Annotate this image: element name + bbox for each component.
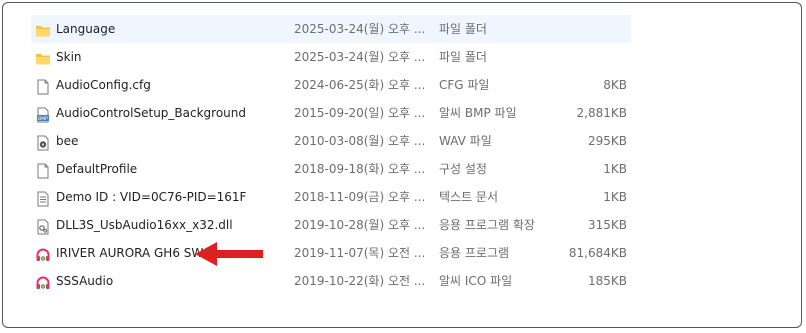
file-row-audioconfig[interactable]: AudioConfig.cfg 2024-06-25(화) 오후 ... CFG… [31,71,631,99]
dll-file-icon [35,217,51,235]
file-size: 8KB [603,78,627,92]
file-type: CFG 파일 [439,78,490,92]
file-size: 315KB [587,218,627,232]
file-size: 81,684KB [568,246,627,260]
red-arrow-annotation [195,242,263,266]
file-type: 응용 프로그램 [439,246,510,260]
svg-text:BMP: BMP [38,116,48,122]
file-name: Skin [56,50,82,64]
file-type: 파일 폴더 [439,22,487,36]
file-row-defaultprofile[interactable]: DefaultProfile 2018-09-18(화) 오후 ... 구성 설… [31,155,631,183]
file-date: 2019-11-07(목) 오전 ... [294,246,426,260]
file-date: 2025-03-24(월) 오후 ... [294,50,426,64]
file-icon [35,161,51,179]
file-row-skin[interactable]: Skin 2025-03-24(월) 오후 ... 파일 폴더 [31,43,631,71]
file-row-language[interactable]: Language 2025-03-24(월) 오후 ... 파일 폴더 [31,15,631,43]
file-row-background-bmp[interactable]: BMP AudioControlSetup_Background 2015-09… [31,99,631,127]
file-size: 185KB [587,274,627,288]
headphone-ico-icon [35,273,51,289]
folder-icon [35,49,51,65]
file-row-bee[interactable]: bee 2010-03-08(월) 오후 ... WAV 파일 295KB [31,127,631,155]
file-type: 텍스트 문서 [439,190,499,204]
file-type: 구성 설정 [439,162,487,176]
file-date: 2018-09-18(화) 오후 ... [294,162,426,176]
file-name: Demo ID : VID=0C76-PID=161F [56,190,247,204]
file-row-sssaudio[interactable]: SSSAudio 2019-10-22(화) 오전 ... 알씨 ICO 파일 … [31,267,631,295]
file-date: 2025-03-24(월) 오후 ... [294,22,426,36]
file-row-demo-id[interactable]: Demo ID : VID=0C76-PID=161F 2018-11-09(금… [31,183,631,211]
file-row-iriver-app[interactable]: IRIVER AURORA GH6 SW 2019-11-07(목) 오전 ..… [31,239,631,267]
file-type: 알씨 ICO 파일 [439,274,513,288]
file-name: Language [56,22,116,36]
file-name: SSSAudio [56,274,114,288]
file-size: 1KB [603,162,627,176]
text-file-icon [35,189,51,207]
file-name: DefaultProfile [56,162,138,176]
file-date: 2010-03-08(월) 오후 ... [294,134,426,148]
audio-file-icon [35,133,51,151]
file-date: 2018-11-09(금) 오후 ... [294,190,426,204]
folder-icon [35,21,51,37]
file-type: WAV 파일 [439,134,492,148]
file-size: 1KB [603,190,627,204]
bmp-image-icon: BMP [35,105,51,123]
file-name: AudioConfig.cfg [56,78,151,92]
file-date: 2019-10-22(화) 오전 ... [294,274,426,288]
file-size: 295KB [587,134,627,148]
file-name: DLL3S_UsbAudio16xx_x32.dll [56,218,233,232]
file-row-dll[interactable]: DLL3S_UsbAudio16xx_x32.dll 2019-10-28(월)… [31,211,631,239]
file-date: 2015-09-20(일) 오후 ... [294,106,426,120]
headphone-app-icon [35,245,51,261]
file-name: bee [56,134,79,148]
file-type: 응용 프로그램 확장 [439,218,535,232]
file-size: 2,881KB [576,106,627,120]
file-icon [35,77,51,95]
file-list: Language 2025-03-24(월) 오후 ... 파일 폴더 Skin… [31,15,631,295]
file-date: 2019-10-28(월) 오후 ... [294,218,426,232]
file-type: 파일 폴더 [439,50,487,64]
explorer-window-frame: Language 2025-03-24(월) 오후 ... 파일 폴더 Skin… [2,2,802,328]
file-name: AudioControlSetup_Background [56,106,247,120]
file-type: 알씨 BMP 파일 [439,106,517,120]
file-date: 2024-06-25(화) 오후 ... [294,78,426,92]
